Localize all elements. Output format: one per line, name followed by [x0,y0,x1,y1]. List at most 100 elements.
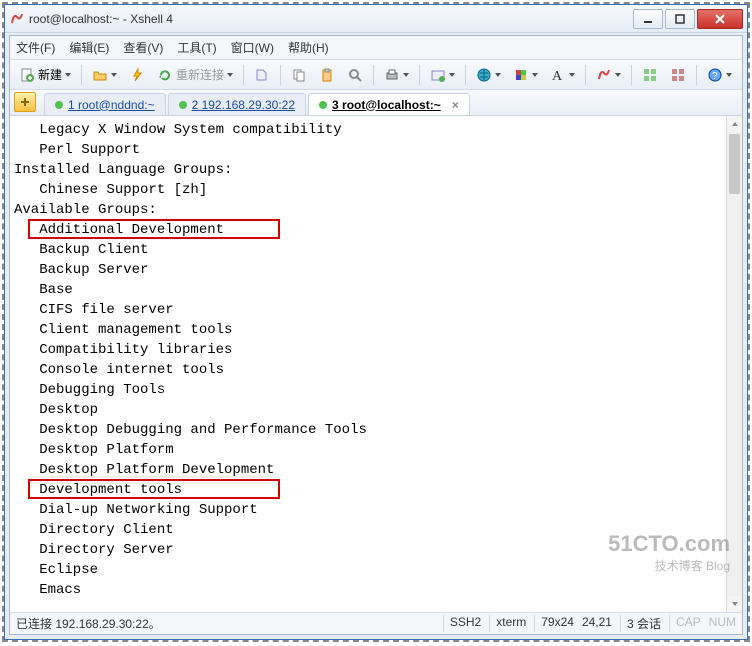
status-connection: 已连接 192.168.29.30:22。 [16,615,443,632]
terminal-line: Available Groups: [14,200,742,220]
properties-icon [430,67,446,83]
svg-text:A: A [552,69,563,83]
dropdown-arrow-icon [403,73,409,77]
copy-button[interactable] [286,63,312,87]
status-sessions: 3 会话 [620,615,661,632]
printer-icon [384,67,400,83]
session-tab-2[interactable]: 2 192.168.29.30:22 [168,93,306,115]
search-icon [347,67,363,83]
terminal-line: Desktop Platform Development [14,460,742,480]
menu-help[interactable]: 帮助(H) [288,39,329,56]
menu-window[interactable]: 窗口(W) [231,39,274,56]
copy-icon [291,67,307,83]
scroll-down-icon[interactable] [727,596,742,612]
menubar: 文件(F) 编辑(E) 查看(V) 工具(T) 窗口(W) 帮助(H) [10,36,742,60]
terminal-line: Base [14,280,742,300]
titlebar[interactable]: root@localhost:~ - Xshell 4 [5,5,747,33]
tab-close-icon[interactable]: × [452,98,459,112]
help-icon: ? [707,67,723,83]
dropdown-arrow-icon [227,73,233,77]
window-title: root@localhost:~ - Xshell 4 [29,12,631,26]
maximize-button[interactable] [665,9,695,29]
help-button[interactable]: ? [702,63,737,87]
reconnect-button[interactable] [124,63,150,87]
paste-button[interactable] [314,63,340,87]
open-button[interactable] [87,63,122,87]
refresh-icon [157,67,173,83]
terminal-line: CIFS file server [14,300,742,320]
status-dot-icon [319,101,327,109]
grid1-button[interactable] [637,63,663,87]
font-icon: A [550,67,566,83]
terminal-line: Directory Client [14,520,742,540]
svg-text:?: ? [712,71,718,82]
reconnect-label: 重新连接 [176,66,224,83]
session-tab-3[interactable]: 3 root@localhost:~ × [308,93,470,115]
terminal-line: Client management tools [14,320,742,340]
terminal-line: Dial-up Networking Support [14,500,742,520]
script-icon [596,67,612,83]
terminal-line: Compatibility libraries [14,340,742,360]
script-button[interactable] [591,63,626,87]
new-file-icon [19,67,35,83]
terminal-line: Legacy X Window System compatibility [14,120,742,140]
status-dot-icon [179,101,187,109]
scroll-up-icon[interactable] [727,116,742,132]
close-button[interactable] [697,9,743,29]
properties-button[interactable] [425,63,460,87]
terminal-line: Desktop Debugging and Performance Tools [14,420,742,440]
status-num: NUM [709,615,736,632]
terminal-line: Desktop Platform [14,440,742,460]
tab-label: 1 root@nddnd:~ [68,98,155,112]
status-pos: 24,21 [582,615,612,632]
scrollbar[interactable] [726,116,742,612]
app-icon [9,11,25,27]
minimize-button[interactable] [633,9,663,29]
globe-button[interactable] [471,63,506,87]
menu-edit[interactable]: 编辑(E) [69,39,109,56]
paste-icon [319,67,335,83]
dropdown-arrow-icon [495,73,501,77]
color-button[interactable] [508,63,543,87]
font-button[interactable]: A [545,63,580,87]
globe-icon [476,67,492,83]
terminal-line: Debugging Tools [14,380,742,400]
terminal-line: Console internet tools [14,360,742,380]
grid-icon [642,67,658,83]
reconnect-dd-button[interactable]: 重新连接 [152,63,238,87]
terminal-line: Additional Development [14,220,742,240]
session-tab-1[interactable]: 1 root@nddnd:~ [44,93,166,115]
dropdown-arrow-icon [111,73,117,77]
dropdown-arrow-icon [615,73,621,77]
dropdown-arrow-icon [569,73,575,77]
new-button[interactable]: 新建 [14,63,76,87]
menu-file[interactable]: 文件(F) [16,39,55,56]
status-term: xterm [489,615,526,632]
menu-tools[interactable]: 工具(T) [177,39,216,56]
terminal-line: Installed Language Groups: [14,160,742,180]
tabbar: 1 root@nddnd:~ 2 192.168.29.30:22 3 root… [10,90,742,116]
terminal-line: Development tools [14,480,742,500]
terminal-line: Eclipse [14,560,742,580]
lightning-icon [129,67,145,83]
toolbar: 新建 重新连接 [10,60,742,90]
find-button[interactable] [342,63,368,87]
grid-alt-icon [670,67,686,83]
menu-view[interactable]: 查看(V) [123,39,163,56]
terminal-line: Chinese Support [zh] [14,180,742,200]
dropdown-arrow-icon [449,73,455,77]
terminal-line: Backup Server [14,260,742,280]
terminal[interactable]: Legacy X Window System compatibility Per… [10,116,742,612]
terminal-line: Desktop [14,400,742,420]
terminal-line: Directory Server [14,540,742,560]
folder-open-icon [92,67,108,83]
status-dot-icon [55,101,63,109]
scroll-thumb[interactable] [729,134,740,194]
new-tab-button[interactable] [14,92,36,112]
profile-button[interactable] [249,63,275,87]
print-button[interactable] [379,63,414,87]
status-caps: CAP [669,615,701,632]
grid2-button[interactable] [665,63,691,87]
profile-icon [254,67,270,83]
terminal-line: Backup Client [14,240,742,260]
